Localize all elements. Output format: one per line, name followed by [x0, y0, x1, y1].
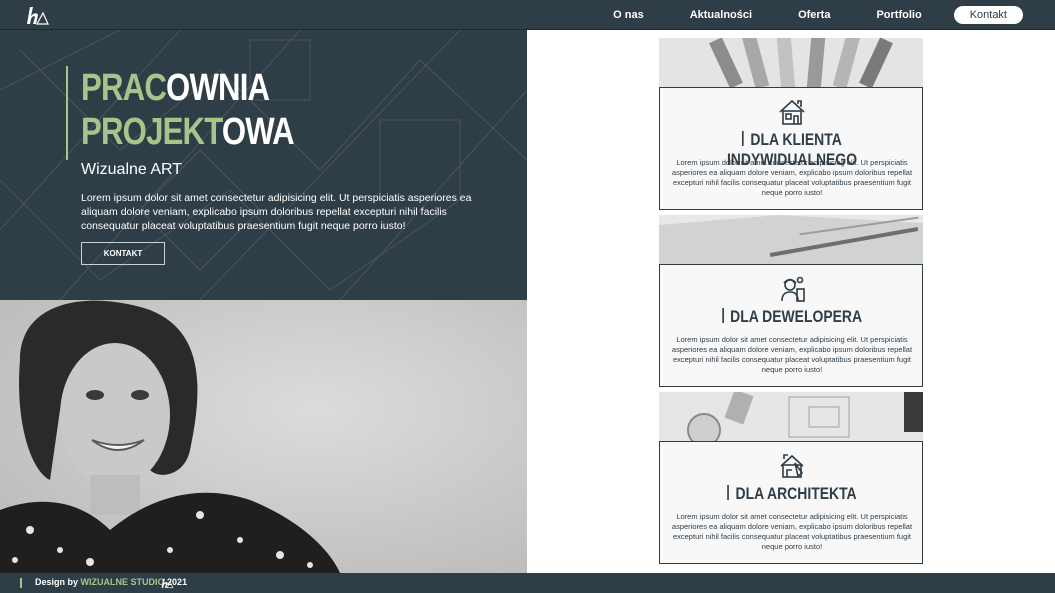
title-pipe	[742, 131, 744, 146]
logo-icon[interactable]	[24, 4, 50, 26]
hero-contact-button[interactable]: KONTAKT	[81, 242, 165, 265]
blueprint-icon	[780, 454, 804, 478]
footer-accent-bar	[20, 578, 22, 588]
service-card-architect[interactable]: DLA ARCHITEKTA Lorem ipsum dolor sit ame…	[659, 392, 923, 564]
card-content: DLA KLIENTA INDYWIDUALNEGO Lorem ipsum d…	[659, 87, 923, 210]
title-pipe	[721, 308, 724, 323]
nav-contact-button[interactable]: Kontakt	[953, 6, 1023, 24]
card-description: Lorem ipsum dolor sit amet consectetur a…	[671, 158, 913, 197]
card-content: DLA DEWELOPERA Lorem ipsum dolor sit ame…	[659, 264, 923, 387]
card-header-image	[659, 392, 923, 442]
card-description: Lorem ipsum dolor sit amet consectetur a…	[671, 335, 913, 374]
house-icon	[779, 99, 805, 125]
nav-item-portfolio[interactable]: Portfolio	[876, 9, 921, 21]
service-cards: DLA KLIENTA INDYWIDUALNEGO Lorem ipsum d…	[659, 38, 923, 569]
nav-item-o-nas[interactable]: O nas	[613, 9, 644, 21]
card-title-text: DLA ARCHITEKTA	[735, 484, 857, 503]
card-header-image	[659, 38, 923, 88]
service-card-individual[interactable]: DLA KLIENTA INDYWIDUALNEGO Lorem ipsum d…	[659, 38, 923, 210]
footer-studio[interactable]: WIZUALNE STUDIO	[81, 577, 165, 587]
portrait-photo	[0, 300, 527, 573]
top-navbar: O nas Aktualności Oferta Portfolio Konta…	[0, 0, 1055, 30]
footer-logo-icon	[161, 578, 174, 589]
card-description: Lorem ipsum dolor sit amet consectetur a…	[671, 512, 913, 551]
hero-description: Lorem ipsum dolor sit amet consectetur a…	[81, 192, 472, 232]
title-rest: OWA	[221, 111, 295, 153]
hero-title: PRACOWNIA PROJEKTOWA	[81, 66, 295, 154]
card-title: DLA DEWELOPERA	[684, 307, 900, 327]
hero-accent-bar	[66, 66, 68, 160]
nav-item-oferta[interactable]: Oferta	[798, 9, 830, 21]
title-accent: PRAC	[81, 67, 167, 109]
main-nav: O nas Aktualności Oferta Portfolio Konta…	[567, 5, 1023, 25]
nav-item-aktualnosci[interactable]: Aktualności	[690, 9, 752, 21]
title-accent: PROJEKT	[81, 111, 223, 153]
hero-section: PRACOWNIA PROJEKTOWA Wizualne ART Lorem …	[0, 30, 527, 300]
card-content: DLA ARCHITEKTA Lorem ipsum dolor sit ame…	[659, 441, 923, 564]
hero-subtitle: Wizualne ART	[81, 161, 183, 178]
card-title-text: DLA DEWELOPERA	[730, 307, 863, 326]
card-header-image	[659, 215, 923, 265]
title-rest: OWNIA	[166, 67, 270, 109]
service-card-developer[interactable]: DLA DEWELOPERA Lorem ipsum dolor sit ame…	[659, 215, 923, 387]
card-title: DLA ARCHITEKTA	[684, 484, 900, 504]
footer: Design by WIZUALNE STUDIO 2021	[0, 573, 1055, 593]
title-pipe	[727, 485, 730, 500]
worker-icon	[781, 276, 805, 302]
portrait-image	[0, 300, 527, 573]
footer-prefix: Design by	[35, 577, 79, 587]
